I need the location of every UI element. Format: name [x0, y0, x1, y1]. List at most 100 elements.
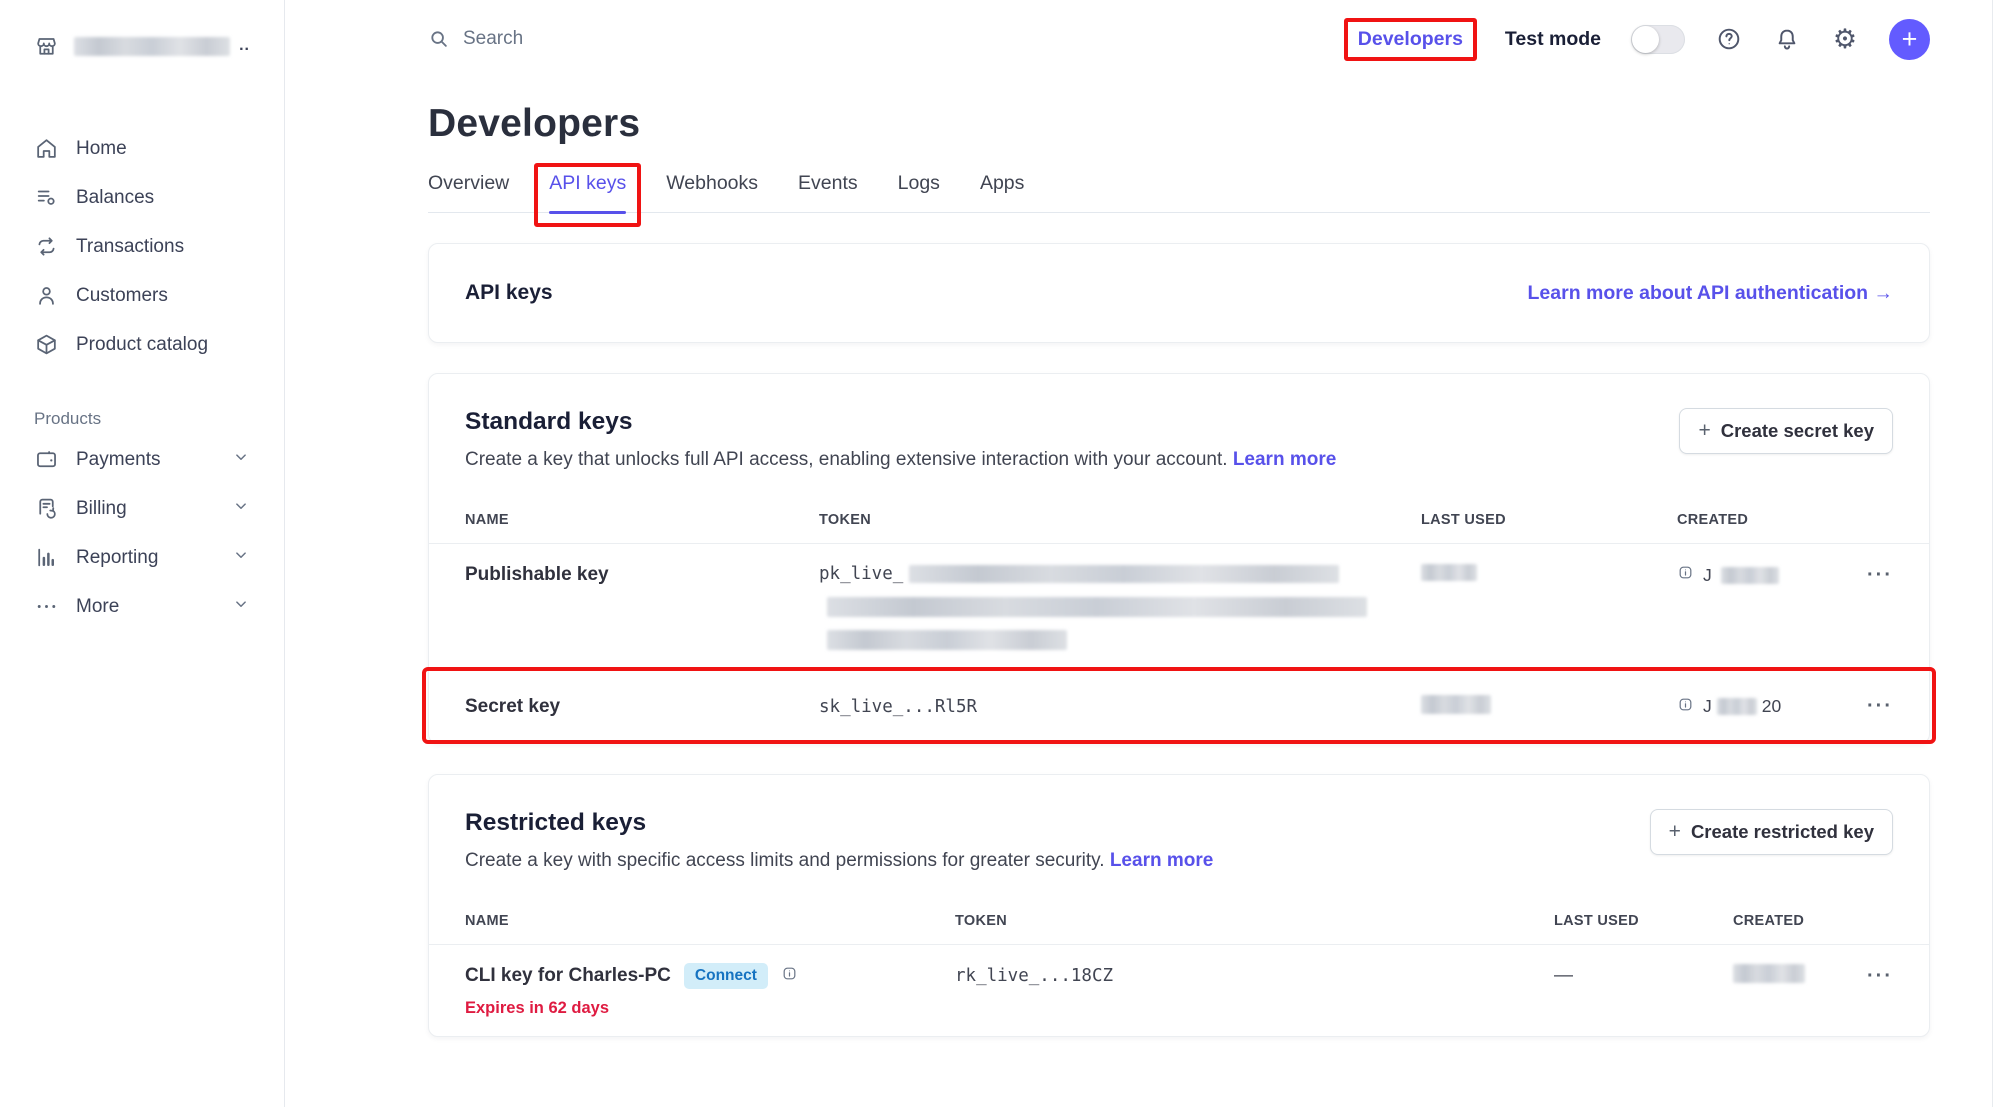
stripe-dashboard: .. Home Balances Transactions: [0, 0, 2000, 1107]
key-name: Secret key: [465, 696, 819, 718]
home-icon: [34, 136, 59, 161]
last-used-value: —: [1554, 965, 1733, 987]
chevron-down-icon: [232, 448, 250, 472]
sidebar-section-products: Products: [0, 409, 284, 429]
row-overflow-menu[interactable]: ···: [1867, 564, 1893, 587]
api-keys-card: API keys Learn more about API authentica…: [428, 243, 1930, 343]
search-icon: [428, 28, 450, 50]
settings-gear-icon[interactable]: ⚙: [1831, 25, 1859, 53]
row-overflow-menu[interactable]: ···: [1867, 695, 1893, 718]
chevron-down-icon: [232, 595, 250, 619]
create-secret-key-button[interactable]: + Create secret key: [1679, 408, 1893, 454]
test-mode-toggle[interactable]: [1631, 25, 1685, 54]
sidebar-item-home[interactable]: Home: [0, 124, 284, 173]
key-name: Publishable key: [465, 564, 819, 586]
created-redacted: [1717, 698, 1757, 715]
column-name: NAME: [465, 913, 955, 929]
tab-overview[interactable]: Overview: [428, 172, 509, 212]
tab-apps[interactable]: Apps: [980, 172, 1024, 212]
main-content: Search Developers Test mode ⚙ + Develop: [285, 0, 2000, 1037]
sidebar-item-reporting[interactable]: Reporting: [0, 533, 284, 582]
info-icon[interactable]: [1677, 696, 1694, 718]
sidebar-item-label: Payments: [76, 449, 215, 471]
reporting-icon: [34, 545, 59, 570]
column-last-used: LAST USED: [1421, 512, 1677, 528]
tab-logs[interactable]: Logs: [898, 172, 940, 212]
column-token: TOKEN: [819, 512, 1421, 528]
sidebar: .. Home Balances Transactions: [0, 0, 285, 1107]
standard-keys-header: Standard keys Create a key that unlocks …: [429, 374, 1929, 497]
page-title: Developers: [428, 102, 1930, 146]
created-cell: J: [1677, 564, 1867, 586]
sidebar-item-label: Home: [76, 138, 250, 160]
standard-keys-title: Standard keys: [465, 408, 1336, 436]
create-restricted-key-button[interactable]: + Create restricted key: [1650, 809, 1893, 855]
create-secret-key-label: Create secret key: [1721, 420, 1874, 442]
sidebar-item-label: Customers: [76, 285, 250, 307]
sidebar-item-transactions[interactable]: Transactions: [0, 222, 284, 271]
create-restricted-key-label: Create restricted key: [1691, 821, 1874, 843]
sidebar-item-billing[interactable]: Billing: [0, 484, 284, 533]
tab-api-keys-label: API keys: [549, 172, 626, 194]
developers-link-label: Developers: [1358, 28, 1463, 50]
account-name-ellipsis: ..: [239, 37, 250, 55]
account-name-redacted: [74, 37, 230, 56]
search-placeholder: Search: [463, 28, 523, 50]
create-plus-button[interactable]: +: [1889, 19, 1930, 60]
created-visible-text: J: [1703, 696, 1712, 717]
publishable-token[interactable]: pk_live_: [819, 564, 1421, 650]
restricted-keys-description: Create a key with specific access limits…: [465, 850, 1213, 872]
notifications-bell-icon[interactable]: [1773, 25, 1801, 53]
restricted-keys-table-header: NAME TOKEN LAST USED CREATED: [429, 898, 1929, 945]
created-visible-text: 20: [1762, 696, 1781, 717]
sidebar-item-customers[interactable]: Customers: [0, 271, 284, 320]
restricted-token[interactable]: rk_live_...18CZ: [955, 966, 1554, 986]
tab-bar: Overview API keys Webhooks Events Logs A…: [428, 172, 1930, 213]
standard-keys-learn-more-link[interactable]: Learn more: [1233, 449, 1336, 470]
created-visible-text: J: [1703, 565, 1712, 586]
sidebar-item-balances[interactable]: Balances: [0, 173, 284, 222]
toggle-knob: [1632, 26, 1659, 53]
test-mode-label: Test mode: [1505, 28, 1601, 51]
column-created: CREATED: [1677, 512, 1867, 528]
sidebar-item-product-catalog[interactable]: Product catalog: [0, 320, 284, 369]
sidebar-item-more[interactable]: More: [0, 582, 284, 631]
restricted-keys-card: Restricted keys Create a key with specif…: [428, 774, 1930, 1037]
sidebar-item-label: Product catalog: [76, 334, 250, 356]
table-row-secret-key: Secret key sk_live_...Rl5R J 20 ···: [429, 670, 1929, 743]
token-redacted: [909, 565, 1339, 583]
standard-keys-table-header: NAME TOKEN LAST USED CREATED: [429, 497, 1929, 544]
restricted-keys-title: Restricted keys: [465, 809, 1213, 837]
created-cell: J 20: [1677, 696, 1867, 718]
sidebar-item-payments[interactable]: Payments: [0, 435, 284, 484]
token-redacted: [827, 630, 1067, 650]
learn-more-api-auth-link[interactable]: Learn more about API authentication →: [1528, 282, 1893, 305]
plus-icon: +: [1669, 820, 1681, 844]
token-prefix: pk_live_: [819, 564, 903, 584]
plus-icon: +: [1698, 419, 1710, 443]
info-icon[interactable]: [781, 965, 798, 987]
key-name: CLI key for Charles-PC: [465, 965, 671, 987]
last-used-redacted: [1421, 695, 1491, 714]
sidebar-item-label: Billing: [76, 498, 215, 520]
product-catalog-icon: [34, 332, 59, 357]
more-dots-icon: [34, 594, 59, 619]
table-row-cli-key: CLI key for Charles-PC Connect rk_live_.…: [429, 945, 1929, 1036]
info-icon[interactable]: [1677, 564, 1694, 586]
restricted-keys-header: Restricted keys Create a key with specif…: [429, 775, 1929, 898]
tab-events[interactable]: Events: [798, 172, 858, 212]
search-input[interactable]: Search: [428, 28, 523, 50]
storefront-icon: [34, 34, 59, 59]
tab-api-keys[interactable]: API keys: [549, 172, 626, 212]
tab-webhooks[interactable]: Webhooks: [666, 172, 758, 212]
help-icon[interactable]: [1715, 25, 1743, 53]
restricted-keys-learn-more-link[interactable]: Learn more: [1110, 850, 1213, 871]
table-row-publishable-key: Publishable key pk_live_ J: [429, 544, 1929, 670]
developers-link[interactable]: Developers: [1358, 28, 1463, 51]
secret-token[interactable]: sk_live_...Rl5R: [819, 697, 1421, 717]
topbar: Search Developers Test mode ⚙ +: [428, 0, 1930, 78]
customers-icon: [34, 283, 59, 308]
row-overflow-menu[interactable]: ···: [1863, 965, 1893, 988]
account-switcher[interactable]: ..: [0, 26, 284, 66]
sidebar-item-label: Transactions: [76, 236, 250, 258]
